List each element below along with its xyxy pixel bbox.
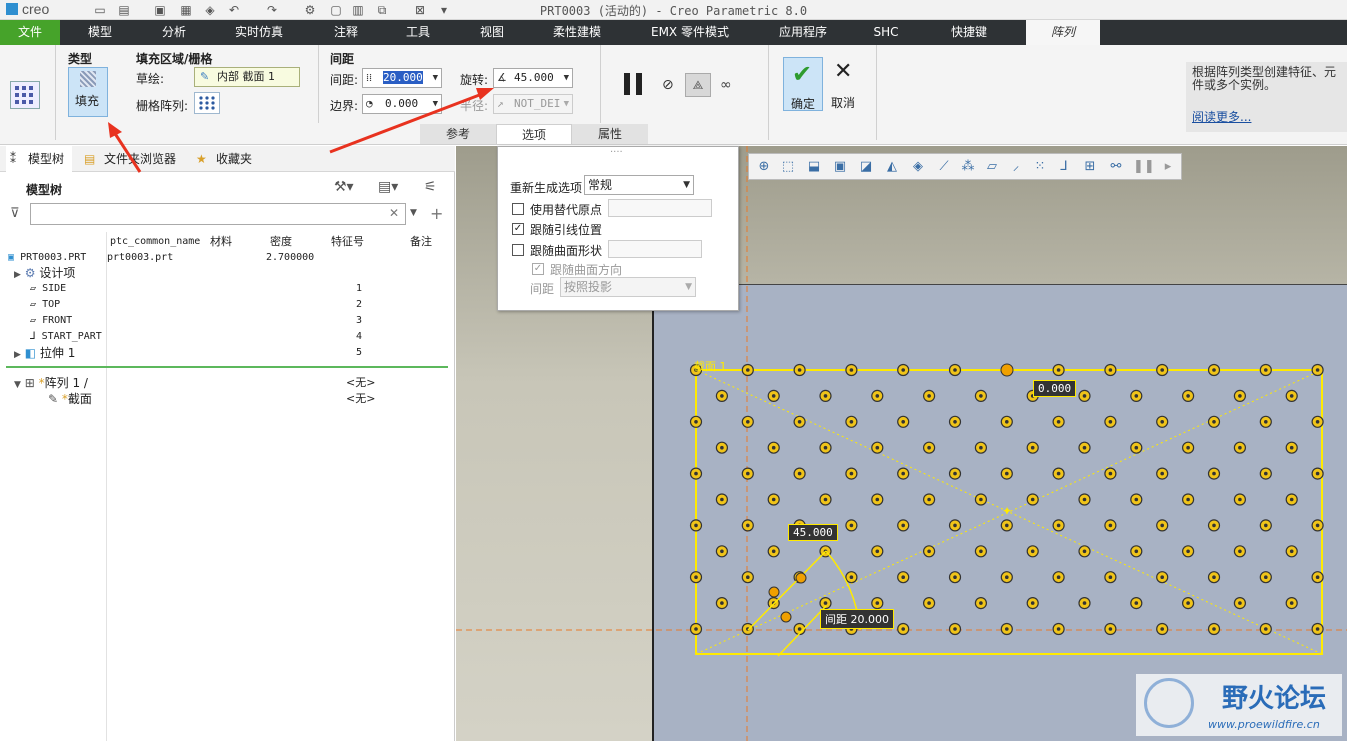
watermark-url: www.proewildfire.cn: [1208, 718, 1320, 731]
red-arrow-to-rotation: [329, 92, 483, 154]
annotation-arrows: [108, 88, 494, 173]
red-arrowhead-rotation: [476, 88, 494, 100]
wildfire-logo-icon: [1144, 678, 1194, 728]
forum-watermark: 野火论坛 www.proewildfire.cn: [1136, 674, 1342, 736]
watermark-title: 野火论坛: [1222, 684, 1327, 714]
red-arrow-to-fill: [112, 131, 142, 173]
